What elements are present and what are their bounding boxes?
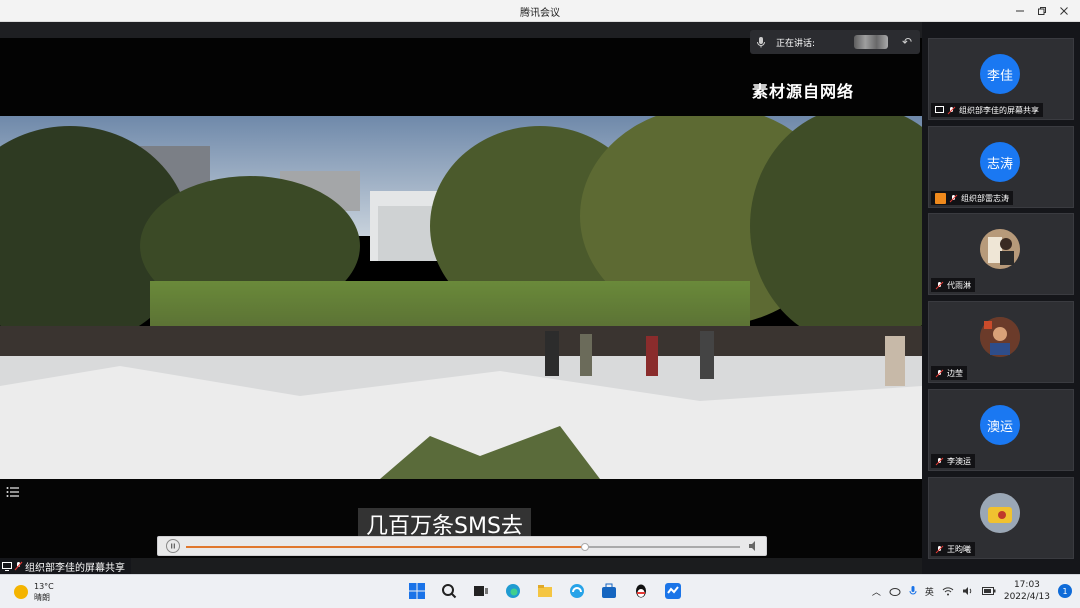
microphone-icon[interactable]: [909, 585, 917, 597]
participant-tile[interactable]: 澳运 李澳运: [928, 389, 1074, 471]
tencent-meeting-app[interactable]: [662, 580, 684, 602]
participant-name-tag: 组织部李佳的屏幕共享: [931, 103, 1043, 117]
mic-off-icon: [14, 561, 23, 571]
screen-share-icon: [935, 105, 944, 113]
restore-button[interactable]: [1032, 2, 1052, 20]
restore-icon: [1038, 7, 1046, 15]
participant-avatar-photo: [980, 229, 1020, 269]
volume-icon[interactable]: [748, 540, 760, 552]
qq-app[interactable]: [630, 580, 652, 602]
mic-off-icon: [935, 369, 944, 377]
speaker-avatars-blurred: [854, 35, 888, 49]
weather-description: 晴朗: [34, 593, 50, 602]
participant-tile[interactable]: 志涛 组织部雷志涛: [928, 126, 1074, 208]
clock-time: 17:03: [1013, 580, 1040, 590]
weather-widget[interactable]: 13°C 晴朗: [14, 581, 54, 603]
clock-date: 2022/4/13: [1003, 592, 1050, 602]
watermark-text: 素材源自网络: [751, 82, 854, 101]
participant-tile[interactable]: 代雨淋: [928, 213, 1074, 295]
progress-bar[interactable]: [186, 543, 740, 551]
shared-screen-area: 素材源自网络 几百万条SMS去 正在讲话: ↶: [0, 22, 922, 558]
tencent-meeting-icon: [665, 583, 681, 599]
participant-avatar: 李佳: [980, 54, 1020, 94]
participant-avatar-photo: [980, 317, 1020, 357]
media-player-controls: [157, 536, 767, 556]
participant-name-tag: 代雨淋: [931, 278, 975, 292]
pause-icon: [171, 543, 175, 549]
battery-icon[interactable]: [981, 587, 996, 595]
user-icon: [935, 192, 946, 204]
store-app[interactable]: [598, 580, 620, 602]
mic-off-icon: [935, 281, 944, 289]
browser-app[interactable]: [566, 580, 588, 602]
wifi-icon[interactable]: [942, 586, 954, 596]
task-view-button[interactable]: [470, 580, 492, 602]
mic-icon: [750, 31, 772, 53]
sun-icon: [14, 585, 28, 599]
participant-name: 代雨淋: [947, 280, 971, 290]
participant-name: 边莹: [947, 368, 963, 378]
participant-tile[interactable]: 李佳 组织部李佳的屏幕共享: [928, 38, 1074, 120]
minimize-icon: [1016, 10, 1024, 12]
pause-button[interactable]: [166, 539, 180, 553]
qq-penguin-icon: [636, 584, 646, 598]
task-view-icon: [474, 586, 488, 596]
search-button[interactable]: [438, 580, 460, 602]
taskbar-apps: [406, 580, 684, 602]
edge-icon: [506, 584, 520, 598]
file-explorer-app[interactable]: [534, 580, 556, 602]
speaking-indicator: 正在讲话: ↶: [750, 30, 920, 54]
participant-avatar: 志涛: [980, 142, 1020, 182]
edge-app[interactable]: [502, 580, 524, 602]
participant-name-tag: 王昀曦: [931, 542, 975, 556]
participant-name: 王昀曦: [947, 544, 971, 554]
chevron-up-icon[interactable]: ︿: [872, 585, 881, 598]
ime-indicator[interactable]: 英: [925, 585, 934, 598]
mic-off-icon: [947, 106, 956, 114]
speaking-label: 正在讲话:: [776, 38, 816, 49]
browser-icon: [570, 584, 584, 598]
back-icon[interactable]: ↶: [898, 33, 916, 51]
participant-name: 李澳运: [947, 456, 971, 466]
participant-panel: 李佳 组织部李佳的屏幕共享 志涛 组织部雷志涛 代雨淋 边莹 澳运 李澳运 王昀…: [922, 22, 1080, 574]
store-icon: [602, 583, 616, 598]
search-icon: [442, 584, 457, 599]
progress-fill: [186, 546, 585, 548]
participant-name-tag: 组织部雷志涛: [931, 191, 1013, 205]
participant-name: 组织部李佳的屏幕共享: [959, 105, 1039, 115]
participant-avatar-photo: [980, 493, 1020, 533]
participant-name-tag: 李澳运: [931, 454, 975, 468]
folder-icon: [538, 585, 552, 597]
notification-badge[interactable]: 1: [1058, 584, 1072, 598]
close-icon: [1060, 7, 1068, 15]
windows-icon: [409, 583, 425, 599]
participant-name: 组织部雷志涛: [961, 193, 1009, 203]
screen-share-label: 组织部李佳的屏幕共享: [0, 558, 131, 574]
participant-name-tag: 边莹: [931, 366, 967, 380]
window-title: 腾讯会议: [520, 8, 560, 19]
progress-handle[interactable]: [580, 543, 589, 551]
list-icon[interactable]: [6, 486, 20, 498]
participant-tile[interactable]: 边莹: [928, 301, 1074, 383]
mic-off-icon: [935, 545, 944, 553]
cloud-icon[interactable]: [889, 586, 901, 596]
window-controls: [1010, 2, 1074, 20]
taskbar: 13°C 晴朗 ︿ 英 17:03 2022/4/13 1: [0, 574, 1080, 608]
mic-off-icon: [949, 194, 958, 202]
start-button[interactable]: [406, 580, 428, 602]
video-scene-image: [0, 116, 922, 479]
screen-share-owner: 组织部李佳的屏幕共享: [25, 562, 125, 574]
video-frame[interactable]: 素材源自网络 几百万条SMS去: [0, 38, 922, 558]
system-tray: ︿ 英 17:03 2022/4/13 1: [872, 579, 1072, 603]
close-button[interactable]: [1054, 2, 1074, 20]
screen-share-icon: [2, 561, 12, 571]
minimize-button[interactable]: [1010, 2, 1030, 20]
title-bar: 腾讯会议: [0, 0, 1080, 22]
mic-off-icon: [935, 457, 944, 465]
system-clock[interactable]: 17:03 2022/4/13: [1004, 579, 1050, 603]
participant-avatar: 澳运: [980, 405, 1020, 445]
participant-tile[interactable]: 王昀曦: [928, 477, 1074, 559]
volume-icon[interactable]: [962, 586, 974, 596]
weather-temperature: 13°C: [34, 582, 54, 591]
